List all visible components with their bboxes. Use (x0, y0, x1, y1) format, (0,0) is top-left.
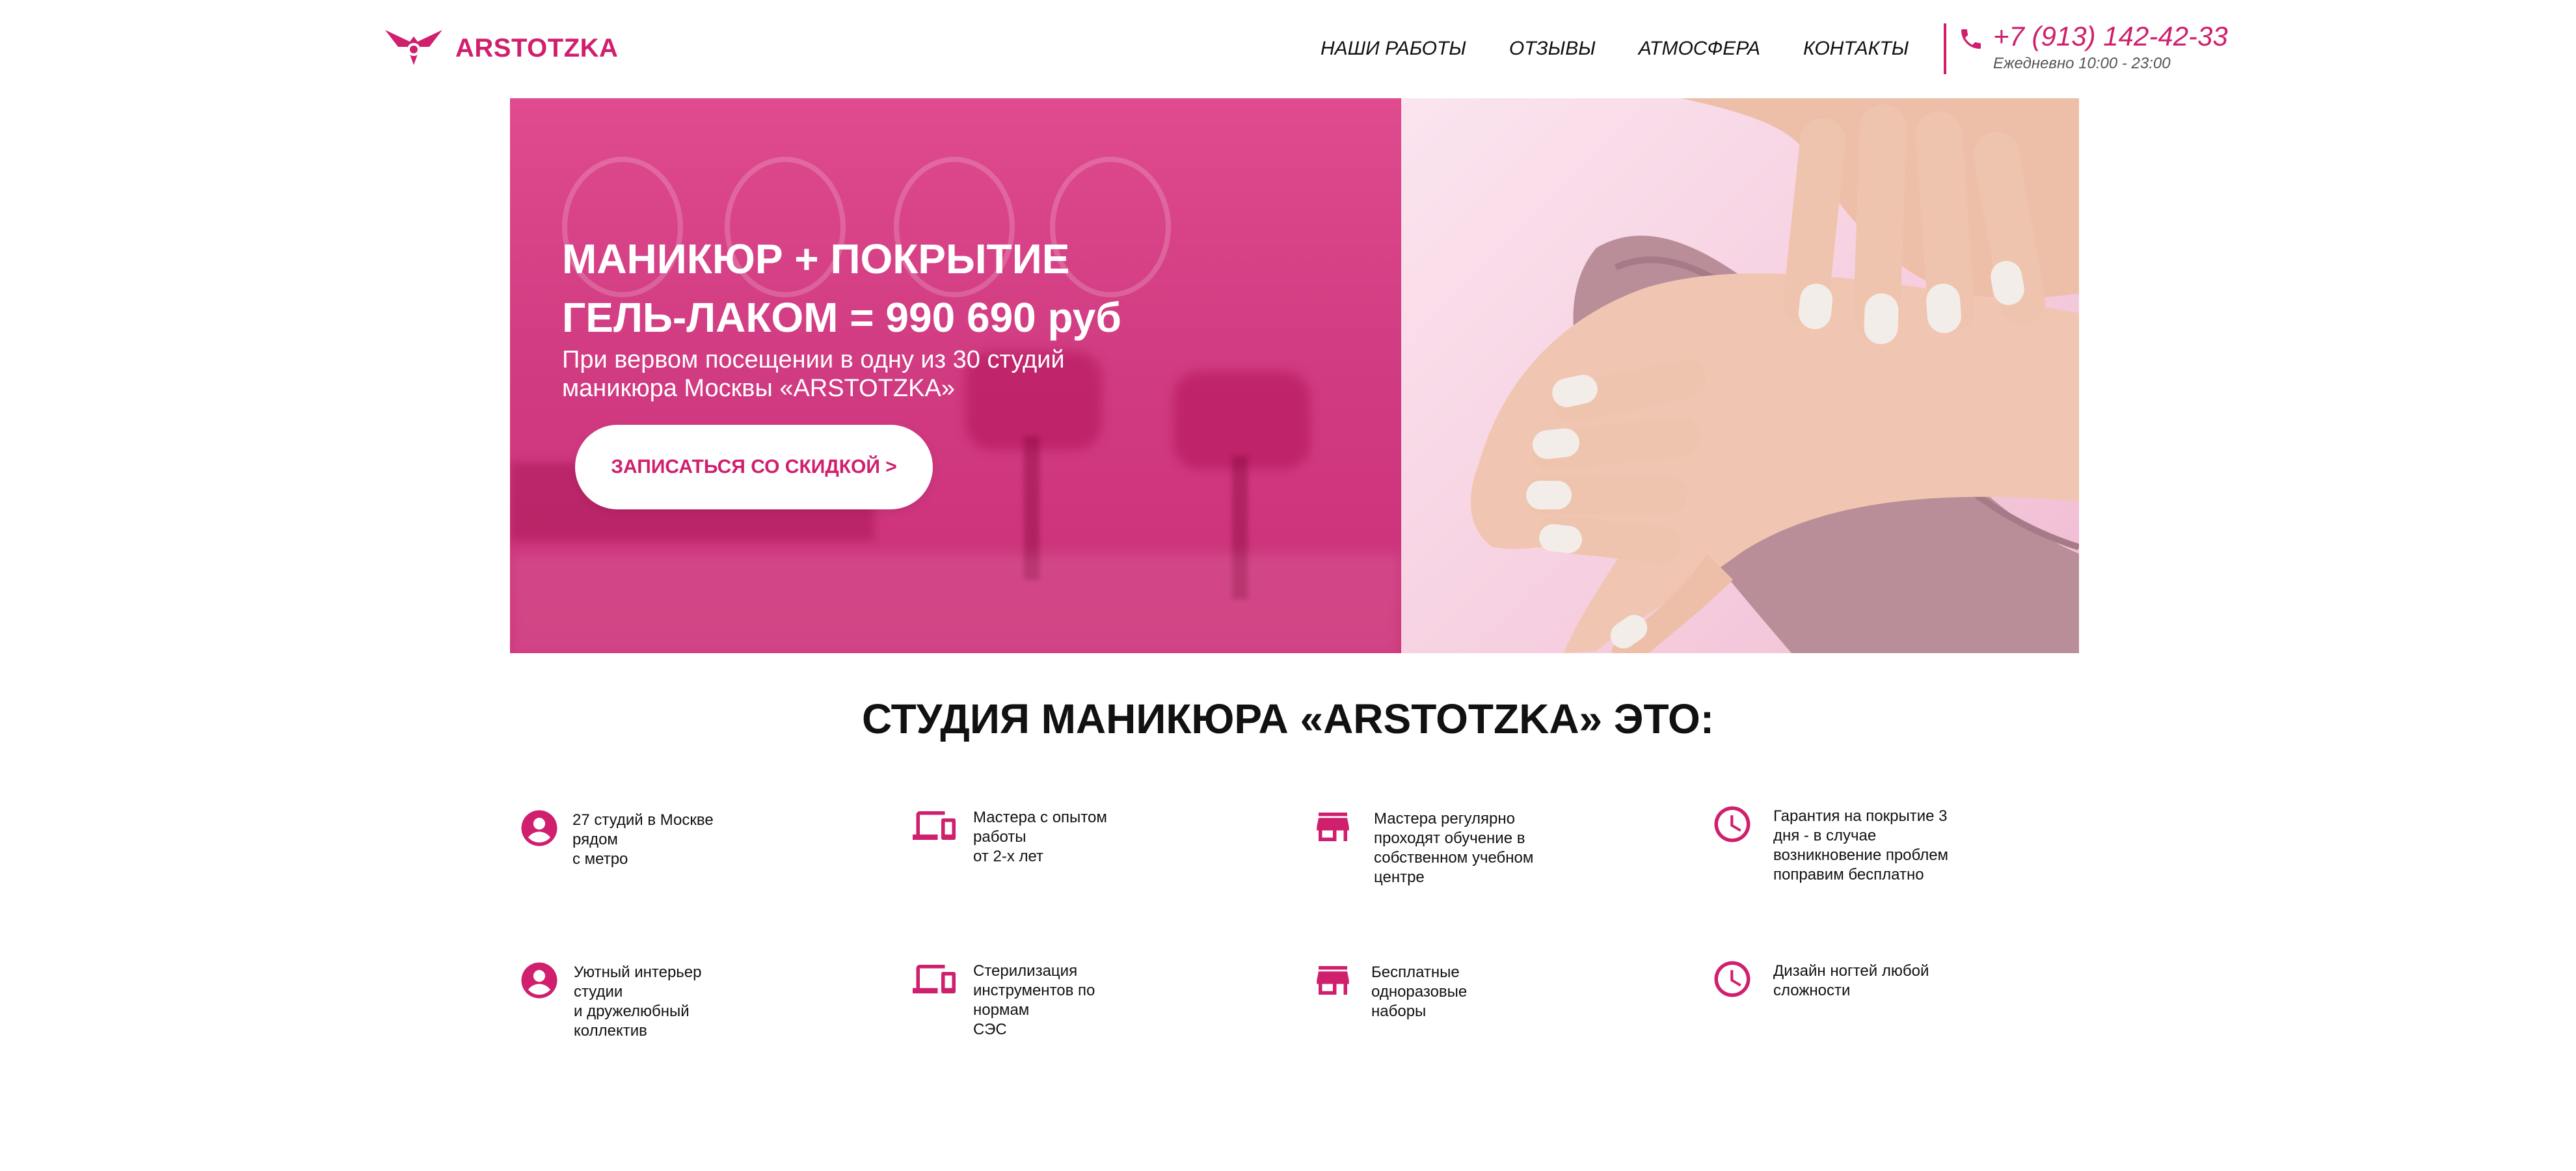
hero-title-line1: МАНИКЮР + ПОКРЫТИЕ (562, 236, 1070, 282)
feature-text: Мастера с опытом работы от 2-х лет (973, 809, 1107, 865)
feature-text: Дизайн ногтей любой сложности (1773, 962, 1929, 999)
devices-icon (913, 965, 956, 993)
feature-text: Уютный интерьер студии и дружелюбный кол… (574, 963, 702, 1040)
feature-text: Мастера регулярно проходят обучение в со… (1374, 810, 1534, 886)
nav-item-reviews[interactable]: ОТЗЫВЫ (1509, 38, 1596, 60)
feature-text: Бесплатные одноразовые наборы (1371, 963, 1468, 1020)
store-icon (1317, 966, 1349, 995)
phone-icon (1961, 29, 1981, 49)
brand-name: ARSTOTZKA (455, 33, 619, 62)
contact-block: +7 (913) 142-42-33 Ежедневно 10:00 - 23:… (1944, 21, 2228, 74)
eagle-emblem-icon (385, 30, 442, 65)
main-nav: НАШИ РАБОТЫ ОТЗЫВЫ АТМОСФЕРА КОНТАКТЫ (1321, 34, 1909, 64)
feature-text: Стерилизация инструментов по нормам СЭС (973, 962, 1095, 1038)
devices-icon (913, 811, 956, 840)
nav-item-atmosphere[interactable]: АТМОСФЕРА (1639, 38, 1760, 60)
feature-text: Гарантия на покрытие 3 дня - в случае во… (1773, 807, 1949, 883)
clock-icon (1714, 961, 1751, 997)
feature-text: 27 студий в Москве рядом с метро (572, 811, 714, 868)
hero-banner: МАНИКЮР + ПОКРЫТИЕ ГЕЛЬ-ЛАКОМ = 990 690 … (510, 98, 2079, 653)
working-hours: Ежедневно 10:00 - 23:00 (1993, 55, 2171, 72)
section-title: СТУДИЯ МАНИКЮРА «ARSTOTZKA» ЭТО: (861, 695, 1715, 742)
account-circle-icon (521, 962, 557, 999)
manicure-hands-image (1470, 98, 2079, 653)
hero-title: МАНИКЮР + ПОКРЫТИЕ ГЕЛЬ-ЛАКОМ = 990 690 … (562, 230, 1121, 347)
nav-item-contacts[interactable]: КОНТАКТЫ (1803, 38, 1909, 60)
store-icon (1317, 813, 1349, 841)
hero-subtitle: При вервом посещении в одну из 30 студий… (562, 345, 1147, 403)
hero-manicure-photo (1401, 98, 2079, 653)
nav-item-works[interactable]: НАШИ РАБОТЫ (1321, 38, 1466, 60)
clock-icon (1714, 806, 1751, 842)
hero-subtitle-line2: маникюра Москвы «ARSTOTZKA» (562, 375, 955, 402)
account-circle-icon (521, 810, 557, 846)
phone-number-link[interactable]: +7 (913) 142-42-33 (1993, 21, 2228, 52)
brand-logo[interactable]: ARSTOTZKA (384, 27, 618, 69)
hero-subtitle-line1: При вервом посещении в одну из 30 студий (562, 346, 1065, 373)
hero-title-line2: ГЕЛЬ-ЛАКОМ = 990 690 руб (562, 294, 1121, 341)
discount-signup-button[interactable]: ЗАПИСАТЬСЯ СО СКИДКОЙ > (575, 425, 933, 509)
